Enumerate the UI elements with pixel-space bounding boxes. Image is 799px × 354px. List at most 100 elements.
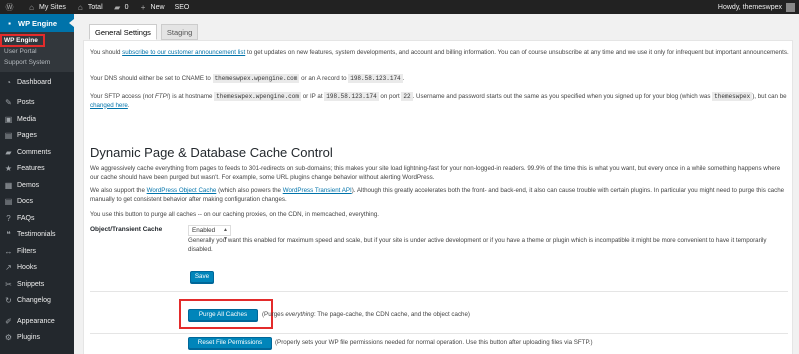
a-record-code: 198.58.123.174	[348, 74, 403, 83]
hostname-code: themeswpex.wpengine.com	[214, 92, 301, 101]
cname-code: themeswpex.wpengine.com	[212, 74, 300, 83]
tab-staging[interactable]: Staging	[160, 24, 199, 40]
sidebar-item-hooks[interactable]: ↗ Hooks	[0, 260, 74, 277]
star-icon: ★	[4, 164, 13, 174]
sftp-paragraph: Your SFTP access (not FTP!) is at hostna…	[90, 92, 790, 110]
sidebar-item-label: Plugins	[17, 334, 40, 342]
sidebar-item-testimonials[interactable]: ❝ Testimonials	[0, 227, 74, 244]
tab-general-settings[interactable]: General Settings	[89, 24, 157, 40]
pages-icon: ▤	[4, 131, 13, 141]
text: .	[127, 101, 130, 109]
avatar	[786, 2, 795, 12]
sidebar-item-label: Posts	[17, 99, 35, 107]
text: .	[402, 75, 405, 82]
sidebar-item-appearance[interactable]: ✐ Appearance	[0, 313, 74, 330]
demos-icon: ▦	[4, 180, 13, 190]
new-content-menu[interactable]: + New	[134, 0, 170, 14]
account-menu[interactable]: Howdy, themeswpex	[718, 2, 799, 12]
sidebar-item-label: WP Engine	[18, 18, 58, 28]
docs-icon: ▤	[4, 197, 13, 207]
submenu-item-user-portal[interactable]: User Portal	[0, 46, 74, 57]
text: . Username and password starts out the s…	[412, 93, 713, 100]
sidebar-item-dashboard[interactable]: ◔ Dashboard	[0, 74, 74, 91]
seo-menu[interactable]: SEO	[170, 0, 195, 14]
text: to get updates on new features, system d…	[245, 49, 789, 56]
sidebar-item-changelog[interactable]: ↻ Changelog	[0, 293, 74, 310]
media-icon: ▣	[4, 114, 13, 124]
sidebar-item-posts[interactable]: ✎ Posts	[0, 95, 74, 112]
sidebar-item-demos[interactable]: ▦ Demos	[0, 177, 74, 194]
object-cache-label: Object/Transient Cache	[90, 226, 163, 233]
submenu-item-wp-engine[interactable]: WP Engine	[0, 34, 45, 47]
pin-icon: ✎	[5, 98, 12, 108]
sidebar-item-label: Hooks	[17, 264, 37, 272]
site-name-menu[interactable]: ⌂ Total	[71, 0, 108, 14]
select-value: Enabled	[192, 227, 216, 234]
transient-api-link[interactable]: WordPress Transient API	[283, 187, 352, 194]
purge-all-caches-button[interactable]: Purge All Caches	[188, 309, 258, 321]
sidebar-item-label: Testimonials	[17, 231, 56, 239]
reset-file-permissions-button[interactable]: Reset File Permissions	[188, 337, 272, 349]
sidebar-item-plugins[interactable]: ⚙ Plugins	[0, 330, 74, 347]
divider	[90, 291, 788, 292]
changed-here-link[interactable]: changed here	[90, 102, 128, 109]
sidebar-item-snippets[interactable]: ✂ Snippets	[0, 276, 74, 293]
username-code: themeswpex	[712, 92, 753, 101]
sidebar-submenu: WP Engine User Portal Support System	[0, 32, 74, 72]
home-icon: ⌂	[77, 2, 83, 12]
admin-bar: Ⓦ ⌂ My Sites ⌂ Total ▰ 0 + New SEO Howdy…	[0, 0, 799, 14]
announcement-paragraph: You should subscribe to our customer ann…	[90, 49, 790, 58]
text: not FTP!	[144, 93, 169, 100]
sidebar-item-filters[interactable]: ↔ Filters	[0, 243, 74, 260]
submenu-item-support-system[interactable]: Support System	[0, 57, 74, 68]
object-cache-select[interactable]: Enabled ▲ ▼	[188, 225, 231, 242]
snippets-icon: ✂	[5, 279, 12, 289]
object-cache-link[interactable]: WordPress Object Cache	[147, 187, 217, 194]
changelog-icon: ↻	[5, 296, 12, 306]
admin-sidebar: ▪ WP Engine WP Engine User Portal Suppor…	[0, 14, 74, 354]
reset-description: (Properly sets your WP file permissions …	[275, 339, 593, 346]
object-cache-paragraph: We also support the WordPress Object Cac…	[90, 187, 790, 204]
filter-icon: ↔	[4, 246, 13, 256]
text: ), but can be	[752, 93, 787, 100]
cache-heading: Dynamic Page & Database Cache Control	[90, 145, 333, 160]
sidebar-item-label: FAQs	[17, 214, 35, 222]
object-cache-description: Generally you want this enabled for maxi…	[188, 237, 767, 253]
hooks-icon: ↗	[5, 263, 12, 273]
sidebar-item-media[interactable]: ▣ Media	[0, 111, 74, 128]
sidebar-item-label: Docs	[17, 198, 33, 206]
text: (Purges	[262, 311, 286, 318]
sidebar-item-pages[interactable]: ▤ Pages	[0, 128, 74, 145]
settings-panel: You should subscribe to our customer ann…	[83, 40, 793, 354]
new-label: New	[150, 3, 165, 11]
help-icon: ?	[6, 213, 11, 223]
dashboard-icon: ◔	[6, 77, 11, 87]
text: : The page-cache, the CDN cache, and the…	[313, 311, 470, 318]
text: You should	[90, 49, 123, 56]
sidebar-item-features[interactable]: ★ Features	[0, 161, 74, 178]
sidebar-item-label: Media	[17, 115, 37, 123]
save-button[interactable]: Save	[190, 271, 214, 283]
text: or IP at	[301, 93, 325, 100]
sidebar-item-wp-engine[interactable]: ▪ WP Engine	[0, 14, 74, 32]
dns-paragraph: Your DNS should either be set to CNAME t…	[90, 74, 790, 84]
main-content: General Settings Staging You should subs…	[74, 14, 799, 354]
comments-menu[interactable]: ▰ 0	[108, 0, 134, 14]
wp-logo-menu[interactable]: Ⓦ	[0, 0, 22, 14]
purge-info-paragraph: You use this button to purge all caches …	[90, 211, 380, 218]
sidebar-item-label: Comments	[17, 148, 51, 156]
subscribe-link[interactable]: subscribe to our customer announcement l…	[122, 49, 245, 56]
sidebar-item-faqs[interactable]: ? FAQs	[0, 210, 74, 227]
text: ) is at hostname	[168, 93, 215, 100]
sidebar-menu: ◔ Dashboard ✎ Posts ▣ Media ▤ Pages ▰ Comments ★ Fe…	[0, 74, 74, 346]
sidebar-item-docs[interactable]: ▤ Docs	[0, 194, 74, 211]
text: everything	[285, 311, 314, 318]
my-sites-menu[interactable]: ⌂ My Sites	[22, 0, 71, 14]
text: We also support the	[90, 187, 147, 194]
my-sites-label: My Sites	[39, 3, 66, 11]
plugins-icon: ⚙	[4, 333, 13, 343]
cache-intro-paragraph: We aggressively cache everything from pa…	[90, 165, 781, 181]
sidebar-item-label: Demos	[17, 181, 40, 189]
sidebar-item-comments[interactable]: ▰ Comments	[0, 144, 74, 161]
testimonial-icon: ❝	[6, 230, 11, 240]
